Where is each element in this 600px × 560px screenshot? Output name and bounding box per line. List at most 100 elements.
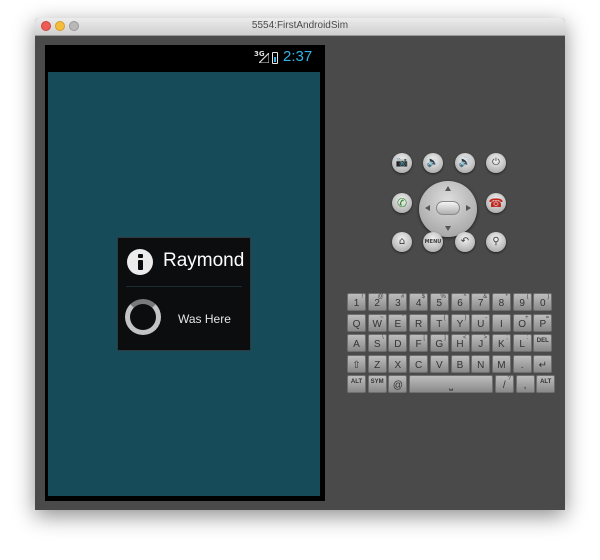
key-4-5[interactable]: , bbox=[515, 375, 535, 393]
progress-spinner-icon bbox=[125, 299, 161, 335]
key-2-5[interactable]: H < bbox=[450, 334, 470, 352]
power-button[interactable]: ⏻ bbox=[486, 153, 506, 173]
signal-icon bbox=[259, 53, 269, 63]
key-label: SYM bbox=[370, 379, 384, 385]
key-label: DEL bbox=[536, 338, 549, 344]
key-1-3[interactable]: R bbox=[409, 313, 429, 332]
key-label: N bbox=[477, 359, 485, 371]
key-3-0[interactable]: ⇧ bbox=[347, 354, 366, 373]
dialog-divider bbox=[126, 286, 242, 287]
key-0-9[interactable]: 0) bbox=[533, 293, 553, 311]
key-3-2[interactable]: X bbox=[388, 354, 408, 373]
key-3-3[interactable]: C bbox=[409, 354, 429, 373]
key-0-5[interactable]: 6 ^ bbox=[450, 293, 470, 311]
dpad-control[interactable] bbox=[419, 181, 477, 237]
key-4-0[interactable]: ALT bbox=[347, 375, 366, 393]
volume-down-button[interactable]: 🔉 bbox=[423, 153, 443, 173]
key-3-1[interactable]: Z bbox=[367, 354, 387, 373]
key-label: ⇧ bbox=[352, 359, 361, 371]
key-2-2[interactable]: D bbox=[388, 334, 408, 352]
key-0-1[interactable]: 2 @ bbox=[367, 293, 387, 311]
key-1-4[interactable]: T{ bbox=[429, 313, 449, 332]
key-shift-label: ^ bbox=[463, 294, 467, 300]
key-label: ↵ bbox=[538, 359, 547, 371]
key-label: D bbox=[394, 339, 402, 350]
key-4-1[interactable]: SYM bbox=[367, 375, 387, 393]
camera-button[interactable]: 📷 bbox=[392, 153, 412, 173]
key-1-0[interactable]: Q bbox=[347, 313, 366, 332]
key-shift-label: % bbox=[440, 294, 446, 300]
key-1-9[interactable]: P = bbox=[533, 313, 553, 332]
key-2-3[interactable]: F[ bbox=[409, 334, 429, 352]
key-4-6[interactable]: ALT bbox=[536, 375, 556, 393]
key-0-0[interactable]: 1! bbox=[347, 293, 366, 311]
status-bar: 3G 2:37 bbox=[45, 45, 325, 71]
key-3-6[interactable]: N bbox=[471, 354, 491, 373]
key-shift-label: [ bbox=[423, 335, 426, 341]
key-shift-label: $ bbox=[421, 294, 426, 300]
key-1-2[interactable]: E " bbox=[388, 313, 408, 332]
key-2-9[interactable]: DEL bbox=[533, 334, 553, 352]
search-button[interactable]: ⚲ bbox=[486, 232, 506, 252]
key-label: Q bbox=[352, 318, 361, 330]
key-3-7[interactable]: M bbox=[491, 354, 511, 373]
key-3-4[interactable]: V bbox=[429, 354, 449, 373]
key-shift-label: = bbox=[545, 314, 550, 321]
menu-button[interactable]: MENU bbox=[423, 232, 443, 252]
key-label: I bbox=[500, 318, 503, 330]
status-clock: 2:37 bbox=[283, 48, 313, 65]
dpad-right-icon bbox=[466, 205, 471, 211]
key-0-3[interactable]: 4 $ bbox=[409, 293, 429, 311]
back-button[interactable]: ↶ bbox=[455, 232, 475, 252]
key-0-4[interactable]: 5% bbox=[429, 293, 449, 311]
key-0-7[interactable]: 8 * bbox=[491, 293, 511, 311]
key-2-8[interactable]: L: bbox=[512, 334, 532, 352]
key-shift-label: } bbox=[464, 314, 467, 321]
key-2-7[interactable]: K; bbox=[491, 334, 511, 352]
key-0-6[interactable]: 7 & bbox=[471, 293, 491, 311]
info-icon bbox=[127, 249, 153, 275]
key-shift-label: ] bbox=[444, 335, 446, 341]
key-3-5[interactable]: B bbox=[450, 354, 470, 373]
key-shift-label: : bbox=[526, 335, 529, 341]
key-2-4[interactable]: G] bbox=[429, 334, 449, 352]
key-1-8[interactable]: O + bbox=[512, 313, 532, 332]
key-label: X bbox=[394, 359, 402, 371]
key-4-3[interactable]: ⎵ bbox=[409, 375, 494, 393]
dpad-left-icon bbox=[425, 205, 430, 211]
key-label: B bbox=[456, 359, 464, 371]
key-label: ⎵ bbox=[449, 380, 454, 391]
key-0-8[interactable]: 9( bbox=[512, 293, 532, 311]
key-1-6[interactable]: U- bbox=[471, 313, 491, 332]
key-3-9[interactable]: ↵ bbox=[533, 354, 553, 373]
key-1-5[interactable]: Y} bbox=[450, 313, 470, 332]
key-label: A bbox=[353, 339, 360, 350]
app-screen[interactable]: Raymond Was Here bbox=[48, 72, 320, 496]
key-2-6[interactable]: J > bbox=[471, 334, 491, 352]
key-4-2[interactable]: @ bbox=[388, 375, 408, 393]
key-shift-label: * bbox=[505, 294, 508, 300]
key-shift-label: ~ bbox=[380, 314, 384, 321]
key-2-1[interactable]: S \ bbox=[367, 334, 387, 352]
dialog-title: Raymond bbox=[163, 250, 245, 271]
volume-up-button[interactable]: 🔊 bbox=[455, 153, 475, 173]
call-button[interactable]: ✆ bbox=[392, 193, 412, 213]
key-3-8[interactable]: . bbox=[512, 354, 532, 373]
key-1-1[interactable]: W ~ bbox=[367, 313, 387, 332]
key-1-7[interactable]: I bbox=[491, 313, 511, 332]
hardware-keyboard: 1! 2 @3 #4 $5% 6 ^ 7 & 8 * 9(0) Q W ~ E " R T{Y} U - I O + P = A S \… bbox=[347, 293, 556, 395]
emulator-window: 5554:FirstAndroidSim 3G 2:37 Raymond Was… bbox=[35, 18, 565, 510]
key-0-2[interactable]: 3 # bbox=[388, 293, 408, 311]
dpad-center-button[interactable] bbox=[436, 201, 460, 215]
home-button[interactable]: ⌂ bbox=[392, 232, 412, 252]
key-label: V bbox=[435, 359, 443, 371]
key-label: . bbox=[520, 359, 524, 371]
key-4-4[interactable]: /? bbox=[494, 375, 514, 393]
key-shift-label: ? bbox=[507, 376, 511, 382]
device-screen-frame: 3G 2:37 Raymond Was Here bbox=[45, 45, 325, 501]
key-label: , bbox=[523, 380, 527, 391]
key-shift-label: - bbox=[485, 314, 488, 321]
key-2-0[interactable]: A bbox=[347, 334, 366, 352]
end-call-button[interactable]: ☎ bbox=[486, 193, 506, 213]
title-bar: 5554:FirstAndroidSim bbox=[35, 18, 565, 36]
